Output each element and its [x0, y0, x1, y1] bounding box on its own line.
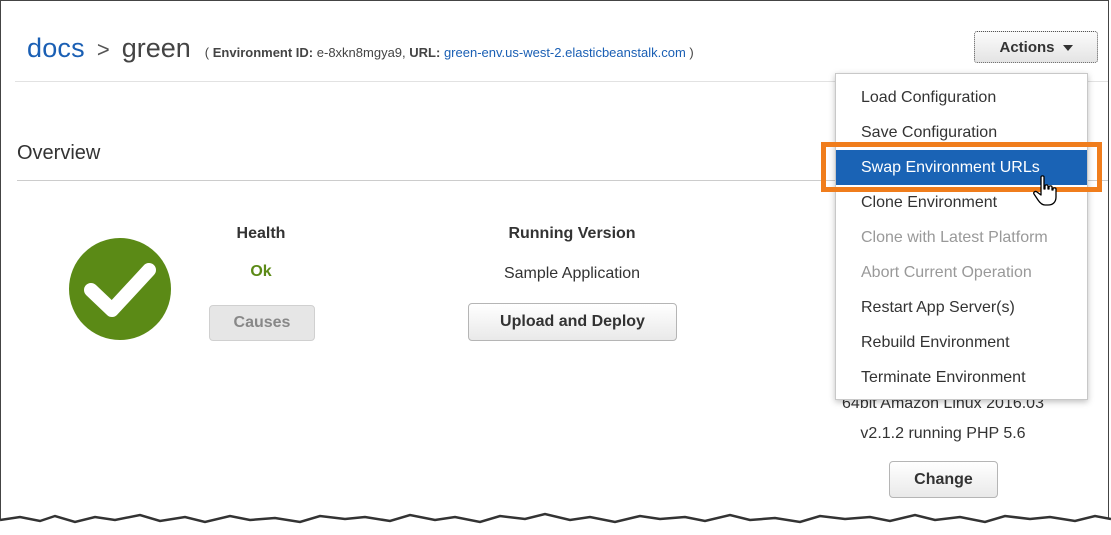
breadcrumb: docs > green ( Environment ID: e-8xkn8mg…: [27, 33, 694, 67]
health-status: Ok: [250, 263, 272, 280]
environment-id-value: e-8xkn8mgya9,: [316, 45, 406, 60]
menu-item-load-configuration[interactable]: Load Configuration: [836, 80, 1087, 115]
breadcrumb-environment: green: [121, 33, 191, 63]
menu-item-clone-with-latest-platform: Clone with Latest Platform: [861, 228, 1048, 246]
environment-id-label: Environment ID:: [212, 45, 314, 60]
health-label: Health: [236, 225, 286, 242]
breadcrumb-separator: >: [96, 37, 110, 62]
environment-info-open-paren: (: [204, 45, 210, 60]
menu-item-abort-current-operation: Abort Current Operation: [861, 263, 1032, 281]
checkmark-circle-icon: [69, 238, 171, 340]
causes-button[interactable]: Causes: [209, 305, 315, 341]
menu-item-restart-app-servers[interactable]: Restart App Server(s): [836, 290, 1087, 325]
hand-pointer-icon: [1033, 175, 1057, 206]
running-version-label: Running Version: [508, 225, 636, 242]
breadcrumb-app-link[interactable]: docs: [27, 33, 85, 64]
change-button[interactable]: Change: [889, 461, 998, 498]
torn-edge: [0, 512, 1111, 535]
environment-info-close-paren: ): [689, 45, 694, 60]
platform-version: v2.1.2 running PHP 5.6: [860, 425, 1026, 442]
caret-down-icon: [1062, 45, 1073, 51]
running-version-value: Sample Application: [503, 265, 641, 282]
actions-button-label: Actions: [999, 38, 1055, 56]
menu-item-rebuild-environment[interactable]: Rebuild Environment: [836, 325, 1087, 360]
upload-and-deploy-button[interactable]: Upload and Deploy: [468, 303, 677, 341]
actions-button[interactable]: Actions: [974, 31, 1098, 63]
environment-url-label: URL:: [409, 45, 441, 60]
environment-dashboard: docs > green ( Environment ID: e-8xkn8mg…: [0, 0, 1109, 520]
actions-menu: Load Configuration Save Configuration Sw…: [835, 73, 1088, 400]
overview-title: Overview: [17, 142, 101, 164]
menu-item-terminate-environment[interactable]: Terminate Environment: [836, 360, 1087, 395]
environment-info: ( Environment ID: e-8xkn8mgya9, URL: gre…: [205, 45, 694, 60]
environment-url-link[interactable]: green-env.us-west-2.elasticbeanstalk.com: [444, 45, 686, 60]
